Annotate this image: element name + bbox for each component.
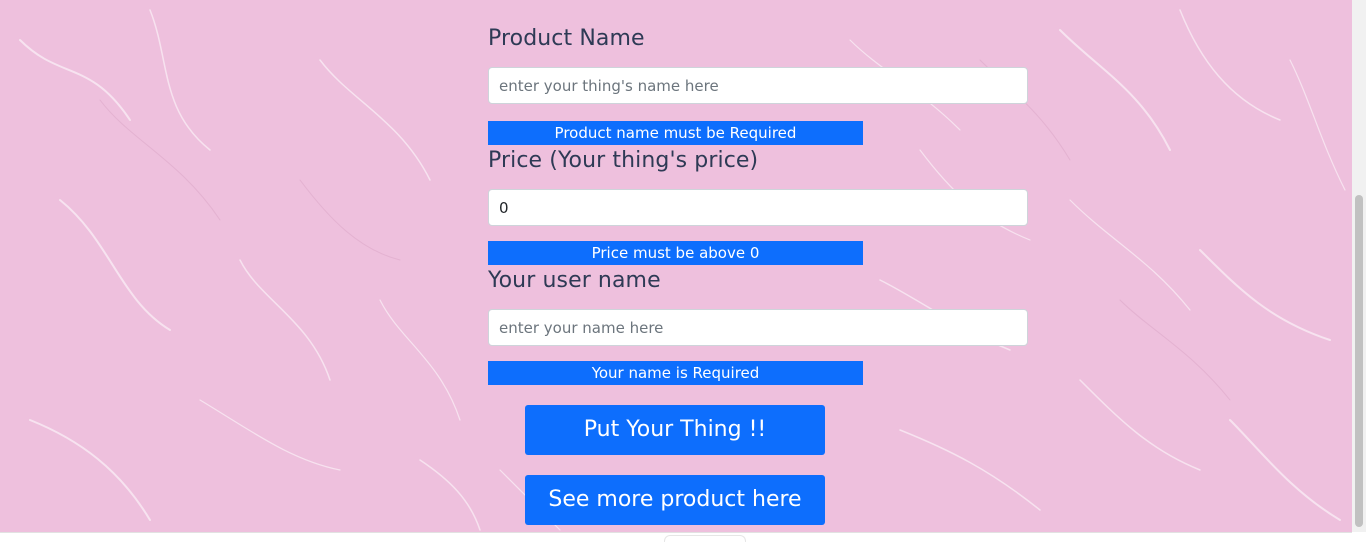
scrollbar-thumb[interactable] xyxy=(1355,195,1363,527)
product-name-label: Product Name xyxy=(488,26,645,51)
price-input[interactable] xyxy=(488,189,1028,226)
user-name-input[interactable] xyxy=(488,309,1028,346)
product-name-error: Product name must be Required xyxy=(488,121,863,145)
bottom-tab-edge xyxy=(664,535,746,542)
user-name-label: Your user name xyxy=(488,268,661,293)
user-name-error: Your name is Required xyxy=(488,361,863,385)
price-error: Price must be above 0 xyxy=(488,241,863,265)
see-more-products-button[interactable]: See more product here xyxy=(525,475,825,525)
put-your-thing-button[interactable]: Put Your Thing !! xyxy=(525,405,825,455)
vertical-scrollbar[interactable] xyxy=(1352,0,1366,532)
price-label: Price (Your thing's price) xyxy=(488,148,759,173)
product-name-input[interactable] xyxy=(488,67,1028,104)
